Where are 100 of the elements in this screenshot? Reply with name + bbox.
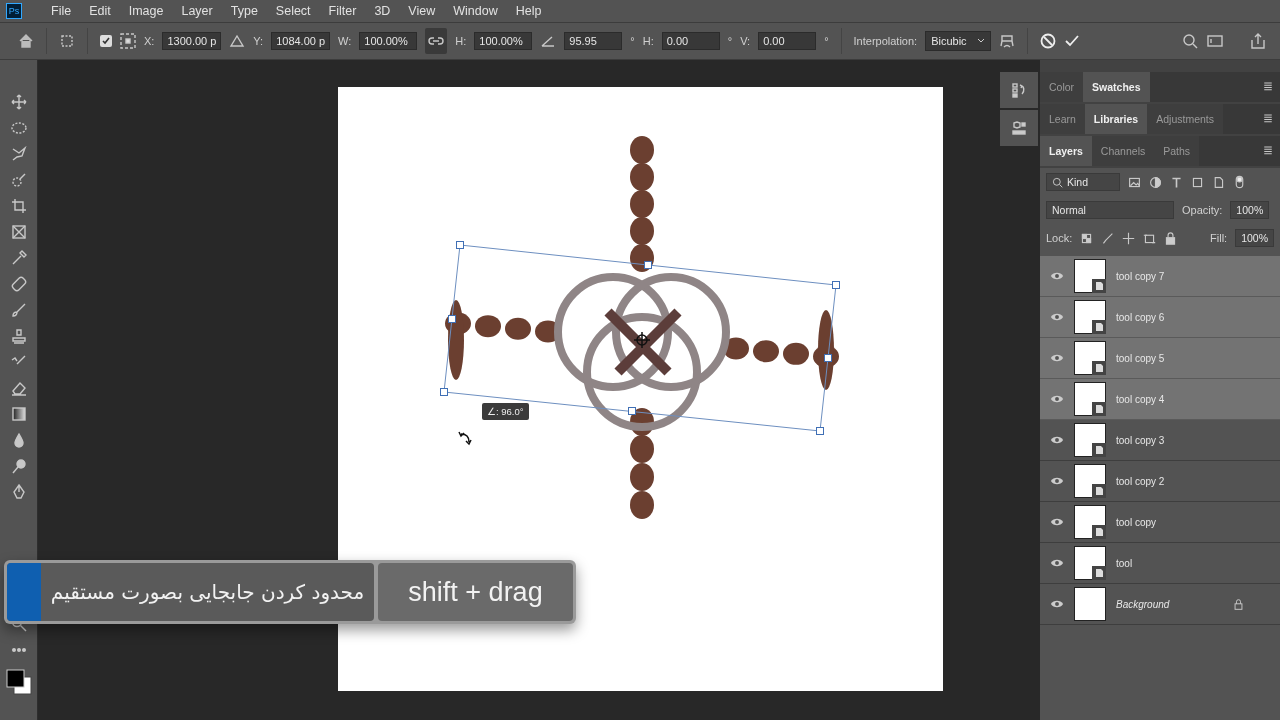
- lock-position-icon[interactable]: [1122, 231, 1136, 245]
- value-field[interactable]: 1084.00 p: [271, 32, 331, 50]
- brush-icon[interactable]: [10, 302, 27, 318]
- menu-item[interactable]: 3D: [365, 4, 400, 18]
- layer-name[interactable]: tool copy 3: [1116, 434, 1165, 446]
- panel-tab[interactable]: Layers: [1040, 136, 1092, 166]
- value-field[interactable]: 1300.00 p: [162, 32, 222, 50]
- bandage-icon[interactable]: [10, 276, 27, 292]
- commit-icon[interactable]: [1063, 33, 1080, 49]
- layer-name[interactable]: tool copy 5: [1116, 352, 1165, 364]
- color-swatches-icon[interactable]: [4, 668, 33, 696]
- eyedropper-icon[interactable]: [10, 250, 27, 266]
- layer-name[interactable]: tool copy 7: [1116, 270, 1165, 282]
- properties-icon[interactable]: [1011, 120, 1027, 136]
- lock-icon[interactable]: [1164, 231, 1178, 245]
- crosshair-icon[interactable]: [633, 331, 651, 349]
- layer-row[interactable]: tool copy 7: [1040, 256, 1280, 297]
- reference-point-icon[interactable]: [120, 33, 136, 49]
- layer-row[interactable]: tool copy 2: [1040, 461, 1280, 502]
- layer-name[interactable]: tool copy 4: [1116, 393, 1165, 405]
- panel-menu-icon[interactable]: [1262, 80, 1274, 92]
- layer-name[interactable]: tool copy: [1116, 516, 1157, 528]
- layer-row[interactable]: Background: [1040, 584, 1280, 625]
- move-icon[interactable]: [10, 94, 27, 110]
- app-logo[interactable]: Ps: [6, 3, 22, 19]
- lock-pixels-icon[interactable]: [1080, 231, 1094, 245]
- panel-menu-icon[interactable]: [1262, 144, 1274, 156]
- menu-item[interactable]: Help: [506, 4, 551, 18]
- value-field[interactable]: 95.95: [564, 32, 623, 50]
- panel-tab[interactable]: Swatches: [1083, 72, 1150, 102]
- pen-icon[interactable]: [10, 484, 27, 500]
- lasso-icon[interactable]: [10, 146, 27, 162]
- link-button[interactable]: [425, 28, 448, 54]
- checkbox[interactable]: [100, 35, 112, 47]
- menu-item[interactable]: View: [399, 4, 445, 18]
- menu-item[interactable]: Type: [221, 4, 267, 18]
- fill-field[interactable]: 100%: [1235, 229, 1274, 247]
- angle-icon[interactable]: [540, 33, 557, 49]
- layer-name[interactable]: tool copy 6: [1116, 311, 1165, 323]
- panel-menu-icon[interactable]: [1262, 112, 1274, 124]
- panel-tab[interactable]: Learn: [1040, 104, 1085, 134]
- blend-mode-dropdown[interactable]: Normal: [1046, 201, 1174, 219]
- layer-row[interactable]: tool: [1040, 543, 1280, 584]
- eraser-icon[interactable]: [10, 380, 27, 396]
- menu-item[interactable]: Image: [119, 4, 173, 18]
- lock-paint-icon[interactable]: [1101, 231, 1115, 245]
- filter-toggle-icon[interactable]: [1233, 174, 1246, 190]
- search-icon[interactable]: [1052, 176, 1063, 188]
- layer-row[interactable]: tool copy: [1040, 502, 1280, 543]
- layer-row[interactable]: tool copy 3: [1040, 420, 1280, 461]
- panel-tab[interactable]: Color: [1040, 72, 1084, 102]
- transform-box[interactable]: [440, 241, 840, 435]
- menu-item[interactable]: File: [42, 4, 81, 18]
- value-field[interactable]: 100.00%: [359, 32, 418, 50]
- layer-name[interactable]: tool copy 2: [1116, 475, 1165, 487]
- menu-item[interactable]: Layer: [172, 4, 222, 18]
- quick-selection-icon[interactable]: [10, 172, 27, 188]
- transform-icon[interactable]: [59, 33, 75, 49]
- field-label: H:: [642, 35, 654, 47]
- cancel-icon[interactable]: [1039, 33, 1056, 49]
- delta-icon[interactable]: [229, 33, 246, 49]
- panel-tab[interactable]: Paths: [1154, 136, 1200, 166]
- layer-row[interactable]: tool copy 6: [1040, 297, 1280, 338]
- menu-item[interactable]: Select: [266, 4, 320, 18]
- panel-tab[interactable]: Channels: [1091, 136, 1155, 166]
- lock-icon[interactable]: [1233, 598, 1244, 610]
- layer-name[interactable]: tool: [1116, 557, 1133, 569]
- share-icon[interactable]: [1250, 33, 1266, 49]
- adjustment-filter-icon[interactable]: [1149, 175, 1162, 189]
- filter-dropdown[interactable]: Kind: [1046, 173, 1120, 191]
- image-filter-icon[interactable]: [1128, 175, 1141, 189]
- layer-row[interactable]: tool copy 5: [1040, 338, 1280, 379]
- shape-filter-icon[interactable]: [1191, 175, 1204, 189]
- opacity-field[interactable]: 100%: [1230, 201, 1270, 219]
- gradient-icon[interactable]: [10, 406, 27, 422]
- interpolation-dropdown[interactable]: Bicubic: [925, 31, 991, 51]
- value-field[interactable]: 100.00%: [474, 32, 533, 50]
- field-label: Y:: [253, 35, 264, 47]
- workspace-icon[interactable]: [1206, 33, 1224, 49]
- home-icon[interactable]: [18, 33, 34, 49]
- marquee-icon[interactable]: [10, 120, 27, 136]
- type-filter-icon[interactable]: [1170, 175, 1183, 189]
- smart-object-filter-icon[interactable]: [1212, 175, 1225, 189]
- field-label: W:: [338, 35, 352, 47]
- dodge-icon[interactable]: [10, 458, 27, 474]
- menu-item[interactable]: Edit: [80, 4, 120, 18]
- history-icon[interactable]: [1011, 82, 1027, 98]
- panel-tab[interactable]: Adjustments: [1147, 104, 1223, 134]
- layer-row[interactable]: tool copy 4: [1040, 379, 1280, 420]
- crop-icon[interactable]: [10, 198, 27, 214]
- panel-tab[interactable]: Libraries: [1084, 104, 1148, 134]
- warp-icon[interactable]: [998, 33, 1015, 49]
- value-field[interactable]: 0.00: [661, 32, 720, 50]
- menu-item[interactable]: Window: [444, 4, 507, 18]
- frame-icon[interactable]: [10, 224, 27, 240]
- menu-item[interactable]: Filter: [319, 4, 366, 18]
- layer-name[interactable]: Background: [1116, 598, 1170, 610]
- value-field[interactable]: 0.00: [758, 32, 817, 50]
- stamp-icon[interactable]: [10, 328, 27, 344]
- search-icon[interactable]: [1182, 33, 1198, 49]
